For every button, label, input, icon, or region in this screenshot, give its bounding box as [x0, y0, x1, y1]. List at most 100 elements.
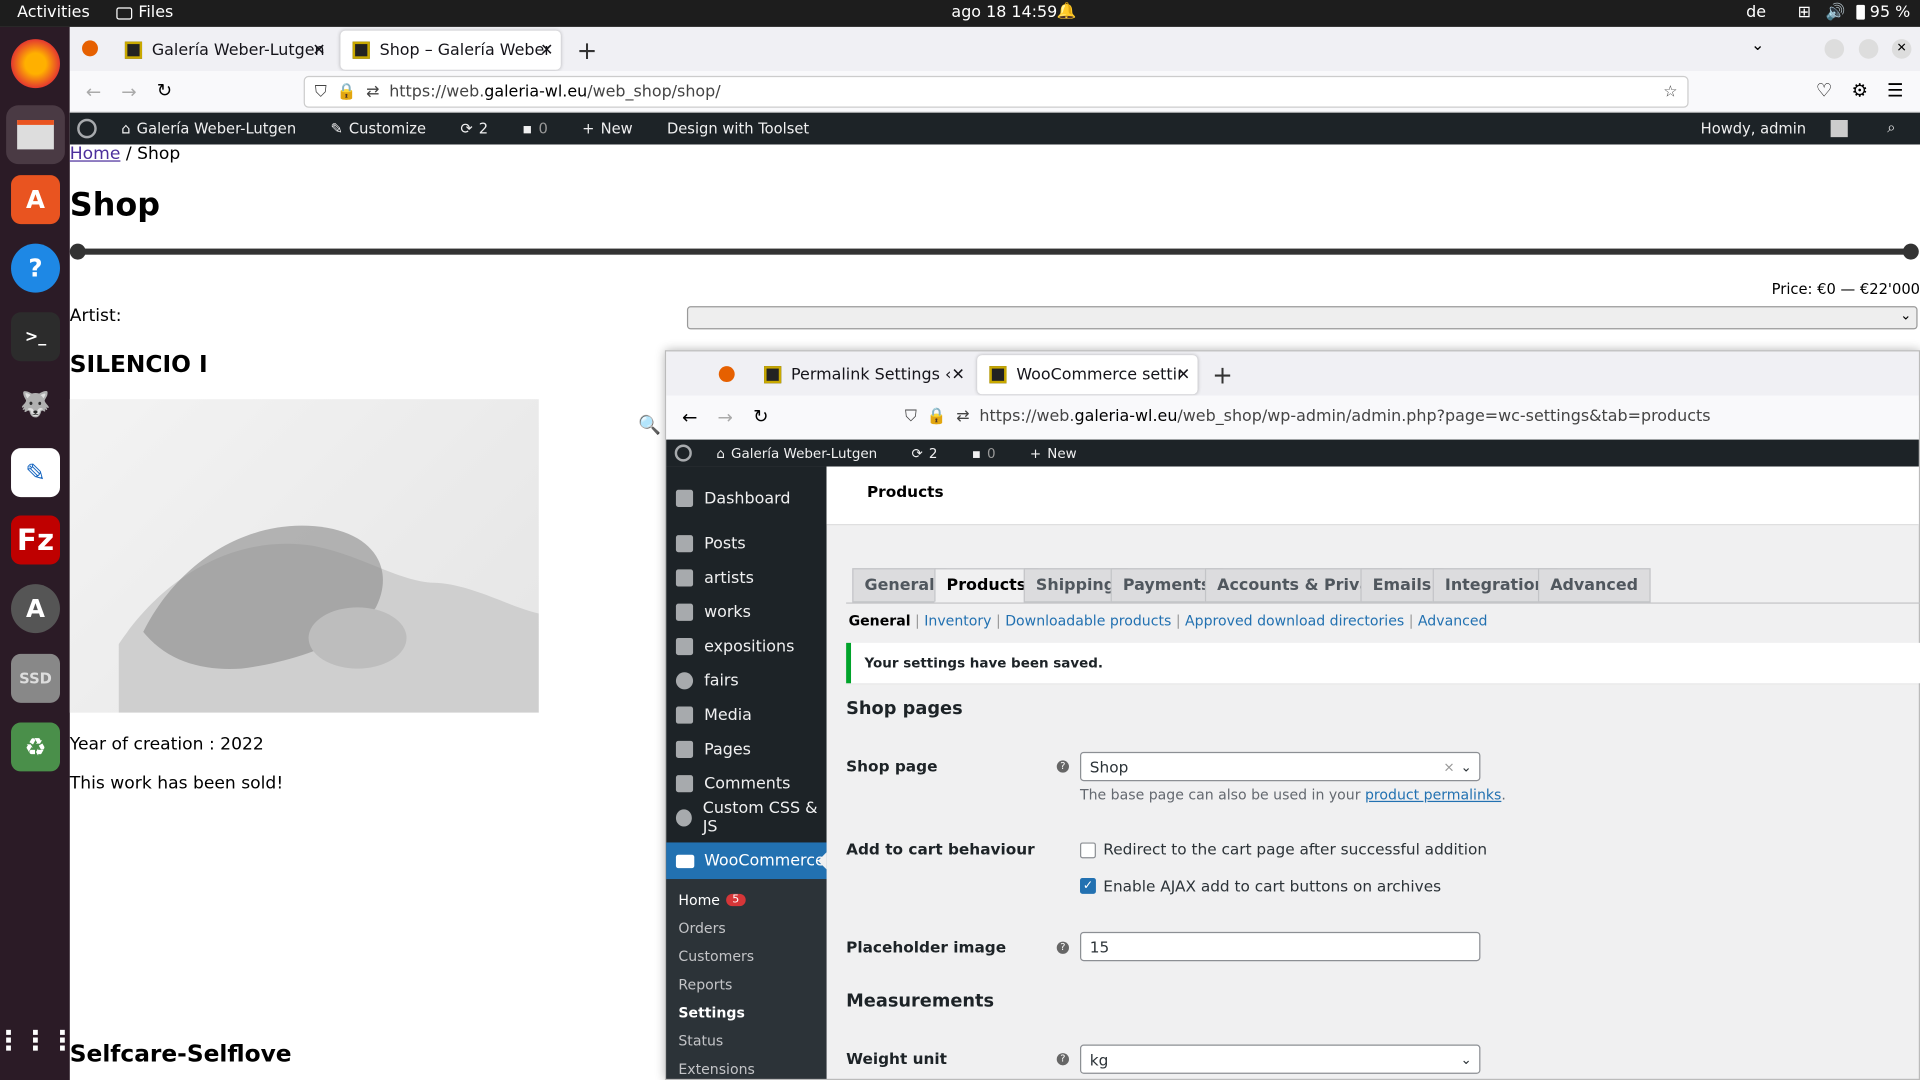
- terminal-icon[interactable]: >_: [11, 312, 61, 362]
- back-icon[interactable]: ←: [682, 407, 697, 429]
- redirect-to-cart-label[interactable]: Redirect to the cart page after successf…: [1103, 840, 1487, 858]
- help-icon[interactable]: ?: [1056, 1053, 1069, 1066]
- tab-emails[interactable]: Emails: [1360, 568, 1444, 603]
- breadcrumb-home-link[interactable]: Home: [70, 144, 121, 164]
- help-icon[interactable]: ?: [11, 243, 61, 293]
- tab-woocommerce-settings[interactable]: WooCommerce settings ‹ ✕: [977, 355, 1198, 395]
- keyboard-layout[interactable]: de: [1746, 4, 1766, 22]
- submenu-settings[interactable]: Settings: [678, 1004, 744, 1021]
- admin-bar-updates[interactable]: ⟳ 2: [911, 445, 954, 461]
- admin-bar-comments[interactable]: ▪ 0: [522, 120, 565, 137]
- sidebar-item-works[interactable]: works: [675, 598, 751, 627]
- pocket-icon[interactable]: ♡: [1816, 80, 1832, 102]
- sidebar-item-fairs[interactable]: fairs: [675, 666, 739, 695]
- zoom-icon[interactable]: 🔍: [638, 414, 661, 436]
- battery-indicator[interactable]: 95 %: [1856, 4, 1910, 22]
- list-tabs-icon[interactable]: ⌄: [1751, 37, 1764, 55]
- new-tab-icon[interactable]: +: [1212, 360, 1233, 389]
- close-tab-icon[interactable]: ✕: [1177, 366, 1190, 384]
- ajax-add-to-cart-checkbox[interactable]: ✓: [1080, 877, 1096, 894]
- files-app-menu[interactable]: Files: [116, 4, 173, 22]
- help-icon[interactable]: ?: [1056, 760, 1069, 773]
- lock-icon[interactable]: 🔒: [927, 407, 947, 425]
- subtab-advanced[interactable]: Advanced: [1418, 612, 1488, 629]
- forward-icon[interactable]: →: [121, 81, 136, 103]
- shield-icon[interactable]: ⛉: [905, 407, 917, 425]
- submenu-home[interactable]: Home 5: [678, 891, 746, 909]
- firefox-icon[interactable]: [11, 39, 61, 89]
- reload-icon[interactable]: ↻: [157, 80, 172, 102]
- admin-bar-howdy[interactable]: Howdy, admin: [1701, 120, 1848, 138]
- back-icon[interactable]: ←: [86, 81, 101, 103]
- minimize-icon[interactable]: [1824, 39, 1845, 59]
- url-bar[interactable]: ⛉ 🔒 ⇄ https://web. galeria-wl.eu/web_shop…: [898, 400, 1919, 433]
- wordpress-logo-icon[interactable]: [674, 444, 699, 462]
- url-bar[interactable]: ⛉ 🔒 ⇄ https://web. galeria-wl.eu/web_shop…: [303, 75, 1689, 108]
- firefox-view-icon[interactable]: [82, 40, 98, 57]
- help-icon[interactable]: ?: [1056, 941, 1069, 954]
- software-center-icon[interactable]: A: [11, 175, 61, 225]
- network-icon[interactable]: ⊞: [1798, 4, 1811, 22]
- close-window-icon[interactable]: ✕: [1891, 39, 1912, 59]
- maximize-icon[interactable]: [1858, 39, 1879, 59]
- firefox-view-icon[interactable]: [718, 366, 735, 383]
- submenu-orders[interactable]: Orders: [678, 920, 725, 937]
- bookmark-star-icon[interactable]: ☆: [1663, 83, 1677, 101]
- forward-icon[interactable]: →: [718, 407, 733, 429]
- subtab-approved-download-directories[interactable]: Approved download directories: [1185, 612, 1404, 629]
- admin-bar-updates[interactable]: ⟳ 2: [460, 120, 505, 137]
- product-permalinks-link[interactable]: product permalinks: [1365, 786, 1501, 803]
- ajax-add-to-cart-label[interactable]: Enable AJAX add to cart buttons on archi…: [1103, 877, 1441, 895]
- admin-bar-customize[interactable]: ✎ Customize: [330, 120, 443, 137]
- submenu-customers[interactable]: Customers: [678, 948, 754, 965]
- tab-galeria[interactable]: Galería Weber-Lutgen ✕: [113, 31, 333, 70]
- permissions-icon[interactable]: ⇄: [956, 407, 969, 425]
- tab-shop[interactable]: Shop – Galería Weber-Lut ✕: [340, 30, 561, 70]
- submenu-status[interactable]: Status: [678, 1032, 723, 1049]
- admin-bar-site[interactable]: ⌂ Galería Weber-Lutgen: [716, 445, 894, 461]
- files-dock-icon[interactable]: [6, 105, 65, 165]
- admin-bar-site[interactable]: ⌂ Galería Weber-Lutgen: [121, 120, 313, 137]
- submenu-extensions[interactable]: Extensions: [678, 1060, 754, 1077]
- clear-icon[interactable]: ×: [1443, 759, 1454, 775]
- placeholder-image-input[interactable]: 15: [1080, 931, 1481, 962]
- app-grid-icon[interactable]: ⋮⋮⋮: [0, 1016, 76, 1065]
- updater-icon[interactable]: A: [11, 584, 61, 634]
- shop-page-select[interactable]: Shop × ⌄: [1080, 751, 1481, 782]
- tab-general[interactable]: General: [852, 568, 947, 603]
- admin-bar-new[interactable]: + New: [582, 120, 650, 137]
- admin-bar-comments[interactable]: ▪ 0: [972, 445, 1013, 461]
- sidebar-item-posts[interactable]: Posts: [675, 529, 746, 558]
- artist-filter-select[interactable]: ⌄: [686, 306, 1918, 330]
- ssd-drive-icon[interactable]: SSD: [11, 653, 61, 703]
- submenu-reports[interactable]: Reports: [678, 976, 732, 993]
- sidebar-item-media[interactable]: Media: [675, 700, 752, 729]
- reload-icon[interactable]: ↻: [753, 405, 768, 427]
- extensions-icon[interactable]: ⚙: [1851, 80, 1867, 102]
- shield-icon[interactable]: ⛉: [315, 83, 327, 101]
- sidebar-item-expositions[interactable]: expositions: [675, 632, 794, 661]
- tab-permalink-settings[interactable]: Permalink Settings ‹ Gale ✕: [752, 355, 972, 394]
- subtab-inventory[interactable]: Inventory: [924, 612, 991, 629]
- weight-unit-select[interactable]: kg ⌄: [1080, 1044, 1481, 1074]
- new-tab-icon[interactable]: +: [577, 36, 598, 65]
- permissions-icon[interactable]: ⇄: [366, 83, 379, 101]
- gimp-icon[interactable]: 🐺: [11, 380, 60, 429]
- admin-bar-toolset[interactable]: Design with Toolset: [667, 120, 809, 137]
- filezilla-icon[interactable]: Fz: [11, 515, 61, 565]
- sidebar-item-comments[interactable]: Comments: [675, 769, 790, 798]
- text-editor-icon[interactable]: ✎: [11, 448, 61, 498]
- redirect-to-cart-checkbox[interactable]: [1080, 842, 1096, 859]
- admin-bar-new[interactable]: + New: [1030, 445, 1094, 461]
- product-title[interactable]: Selfcare-Selflove: [70, 1041, 292, 1068]
- product-title[interactable]: SILENCIO I: [70, 351, 208, 378]
- sidebar-item-woocommerce[interactable]: WooCommerce: [666, 842, 827, 880]
- search-icon[interactable]: ⌕: [1887, 119, 1895, 137]
- wordpress-logo-icon[interactable]: [77, 118, 104, 139]
- tab-advanced[interactable]: Advanced: [1537, 568, 1651, 603]
- sidebar-item-pages[interactable]: Pages: [675, 735, 751, 764]
- price-slider-min-handle[interactable]: [69, 243, 86, 260]
- close-tab-icon[interactable]: ✕: [952, 366, 965, 384]
- price-slider-max-handle[interactable]: [1902, 243, 1919, 260]
- sidebar-item-custom-css-js[interactable]: Custom CSS & JS: [675, 800, 827, 836]
